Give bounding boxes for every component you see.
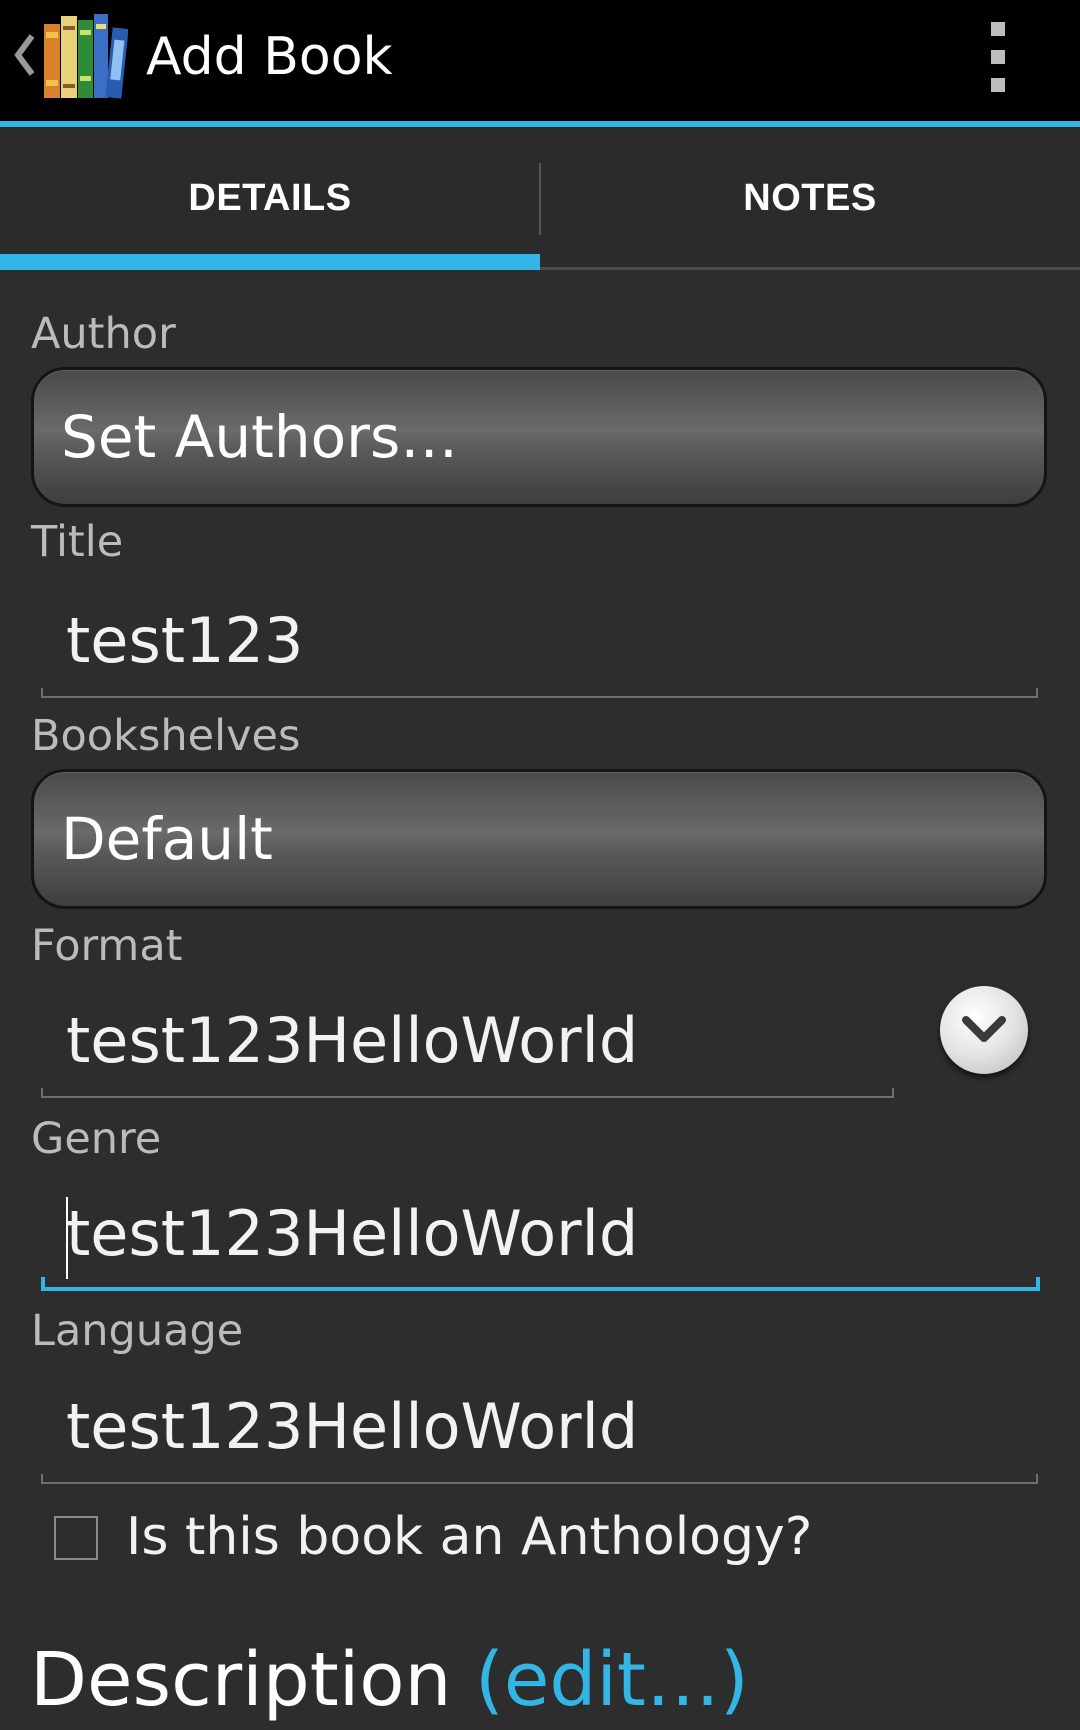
language-field-underline <box>41 1474 1038 1484</box>
bookshelves-button-label: Default <box>61 805 273 873</box>
title-label: Title <box>31 517 124 567</box>
format-dropdown-button[interactable] <box>940 986 1028 1074</box>
description-edit-link[interactable]: (edit…) <box>475 1637 749 1723</box>
title-field[interactable]: test123 <box>41 596 1038 698</box>
title-field-underline <box>41 688 1038 698</box>
chevron-down-icon <box>962 1016 1006 1042</box>
tab-notes[interactable]: NOTES <box>540 127 1080 270</box>
menu-dot <box>991 50 1005 64</box>
bookshelves-button[interactable]: Default <box>31 769 1047 909</box>
format-field-value: test123HelloWorld <box>66 1004 639 1077</box>
tab-details[interactable]: DETAILS <box>0 127 540 270</box>
menu-dot <box>991 78 1005 92</box>
bookshelves-label: Bookshelves <box>31 711 301 761</box>
anthology-label: Is this book an Anthology? <box>126 1507 813 1567</box>
language-field[interactable]: test123HelloWorld <box>41 1382 1038 1484</box>
tab-selected-indicator <box>0 254 540 270</box>
chevron-left-icon[interactable] <box>10 30 38 80</box>
menu-dot <box>991 22 1005 36</box>
genre-field[interactable]: test123HelloWorld <box>41 1189 1040 1291</box>
format-label: Format <box>31 921 183 971</box>
description-label: Description <box>30 1637 475 1723</box>
set-authors-button[interactable]: Set Authors… <box>31 367 1047 507</box>
format-field-underline <box>41 1088 894 1098</box>
genre-label: Genre <box>31 1114 162 1164</box>
language-field-value: test123HelloWorld <box>66 1390 639 1463</box>
more-vert-icon[interactable] <box>978 22 1018 92</box>
screen-title: Add Book <box>146 27 393 87</box>
tab-bar: DETAILS NOTES <box>0 127 1080 270</box>
title-field-value: test123 <box>66 604 304 677</box>
format-field[interactable]: test123HelloWorld <box>41 996 894 1098</box>
author-label: Author <box>31 309 176 359</box>
genre-field-underline <box>41 1277 1040 1291</box>
description-heading: Description (edit…) <box>30 1630 749 1730</box>
books-icon[interactable] <box>42 10 128 102</box>
action-bar: Add Book <box>0 0 1080 127</box>
anthology-checkbox[interactable] <box>54 1516 98 1560</box>
set-authors-button-label: Set Authors… <box>61 403 459 471</box>
genre-field-value: test123HelloWorld <box>66 1197 639 1270</box>
language-label: Language <box>31 1306 244 1356</box>
